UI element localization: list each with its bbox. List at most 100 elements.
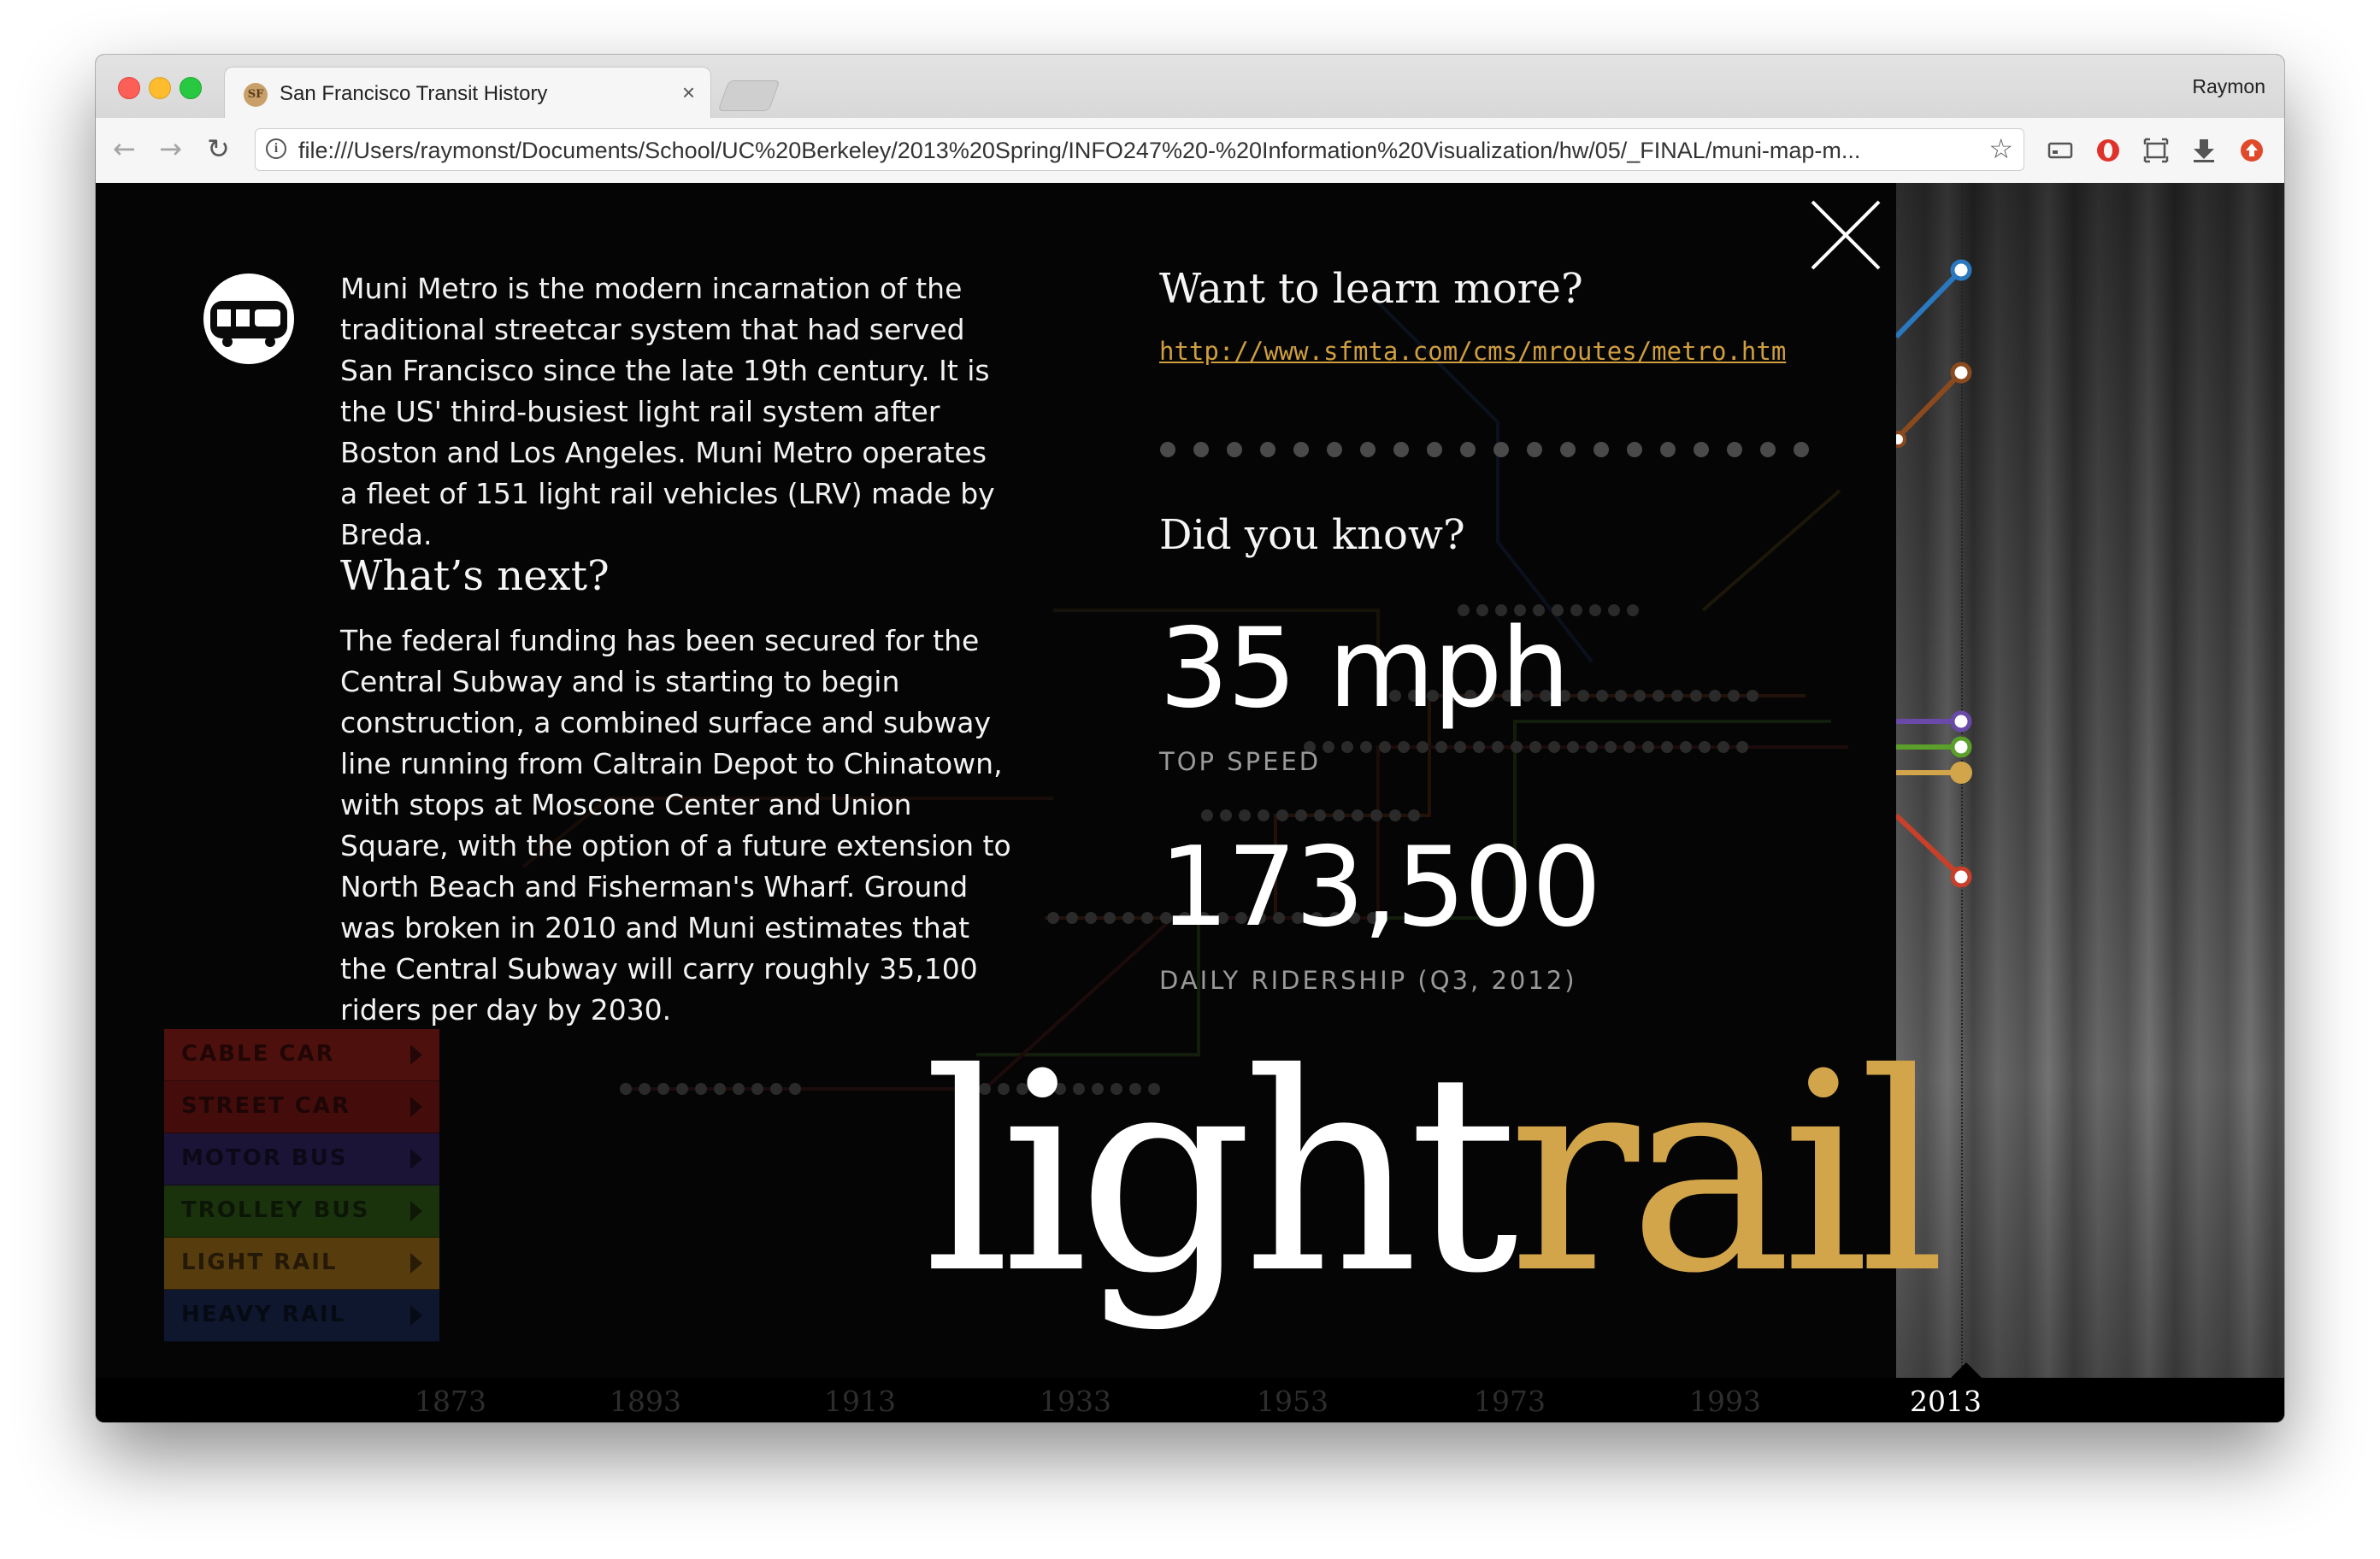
divider-dot <box>1360 442 1376 457</box>
timeline-year[interactable]: 1953 <box>1257 1385 1328 1418</box>
map-station-dot <box>1605 741 1617 753</box>
opera-extension-icon[interactable] <box>2094 137 2122 164</box>
legend-item-heavy-rail[interactable]: HEAVY RAIL <box>164 1290 439 1342</box>
page-content: Muni Metro is the modern incarnation of … <box>96 183 2284 1422</box>
divider-dot <box>1627 442 1642 457</box>
map-station-dot <box>1122 912 1134 924</box>
tab-close-icon[interactable]: × <box>682 79 695 106</box>
fullscreen-icon[interactable] <box>2142 137 2170 164</box>
timeline-marker <box>1949 1362 1983 1380</box>
browser-tab[interactable]: SF San Francisco Transit History × <box>224 67 711 120</box>
browser-window: SF San Francisco Transit History × Raymo… <box>96 55 2284 1422</box>
forward-arrow-icon[interactable]: → <box>159 133 182 164</box>
dot-divider <box>1160 442 1809 457</box>
tab-title: San Francisco Transit History <box>280 82 548 105</box>
map-station-dot <box>1567 741 1579 753</box>
reload-icon[interactable]: ↻ <box>207 133 230 164</box>
map-station-dot <box>1314 809 1326 821</box>
maximize-window-button[interactable] <box>180 77 202 99</box>
timeline-year[interactable]: 1873 <box>415 1385 486 1418</box>
close-window-button[interactable] <box>118 77 140 99</box>
map-station-dot <box>1634 690 1646 702</box>
map-station-dot <box>1529 741 1541 753</box>
map-station-dot <box>1577 690 1589 702</box>
map-station-dot <box>1473 741 1485 753</box>
chevron-right-icon <box>410 1305 422 1326</box>
divider-dot <box>1527 442 1542 457</box>
top-speed-value: 35 mph <box>1159 605 1570 732</box>
map-station-dot <box>1047 912 1059 924</box>
timeline-year[interactable]: 1893 <box>610 1385 681 1418</box>
url-text[interactable]: file:///Users/raymonst/Documents/School/… <box>298 138 1957 164</box>
map-station-dot <box>639 1083 651 1095</box>
learn-more-link[interactable]: http://www.sfmta.com/cms/mroutes/metro.h… <box>1159 337 1786 366</box>
divider-dot <box>1560 442 1576 457</box>
map-station-dot <box>1258 809 1270 821</box>
minimize-window-button[interactable] <box>149 77 171 99</box>
map-station-dot <box>1295 809 1307 821</box>
map-station-dot <box>1104 912 1116 924</box>
bookmark-star-icon[interactable]: ☆ <box>1988 132 2013 165</box>
legend-item-trolley-bus[interactable]: TROLLEY BUS <box>164 1185 439 1238</box>
profile-name[interactable]: Raymon <box>2192 75 2265 98</box>
timeline-year[interactable]: 1913 <box>824 1385 896 1418</box>
map-station-dot <box>657 1083 669 1095</box>
timeline-year[interactable]: 1993 <box>1689 1385 1761 1418</box>
timeline-year[interactable]: 1973 <box>1474 1385 1546 1418</box>
map-station-dot <box>1389 809 1401 821</box>
legend-item-cable-car[interactable]: CABLE CAR <box>164 1029 439 1081</box>
map-station-dot <box>1492 741 1504 753</box>
map-station-dot <box>1276 809 1288 821</box>
legend-item-street-car[interactable]: STREET CAR <box>164 1081 439 1133</box>
map-station-dot <box>1220 809 1232 821</box>
map-station-dot <box>1728 690 1740 702</box>
map-station-dot <box>1671 690 1683 702</box>
map-station-dot <box>1511 741 1523 753</box>
close-icon[interactable] <box>1809 198 1882 272</box>
learn-more-heading: Want to learn more? <box>1159 265 1583 313</box>
map-station-dot <box>1589 604 1601 616</box>
chevron-right-icon <box>410 1097 422 1117</box>
divider-dot <box>1727 442 1742 457</box>
divider-dot <box>1694 442 1709 457</box>
intro-paragraph: Muni Metro is the modern incarnation of … <box>340 272 995 551</box>
map-station-dot <box>751 1083 763 1095</box>
cast-icon[interactable] <box>2047 137 2074 164</box>
map-station-dot <box>1398 741 1410 753</box>
map-station-dot <box>1408 809 1420 821</box>
map-station-dot <box>1454 741 1466 753</box>
divider-dot <box>1293 442 1309 457</box>
legend-item-light-rail[interactable]: LIGHT RAIL <box>164 1238 439 1290</box>
legend-item-motor-bus[interactable]: MOTOR BUS <box>164 1133 439 1185</box>
train-icon <box>203 274 294 364</box>
map-station-dot <box>1615 690 1627 702</box>
map-station-dot <box>1370 809 1382 821</box>
map-station-dot <box>1690 690 1702 702</box>
timeline-year-active[interactable]: 2013 <box>1910 1385 1982 1418</box>
legend-label: TROLLEY BUS <box>181 1197 370 1223</box>
back-arrow-icon[interactable]: ← <box>113 133 136 164</box>
divider-dot <box>1760 442 1776 457</box>
map-station-dot <box>1201 809 1213 821</box>
map-station-dot <box>733 1083 745 1095</box>
download-icon[interactable] <box>2190 137 2218 164</box>
map-station-dot <box>1417 741 1429 753</box>
chevron-right-icon <box>410 1253 422 1274</box>
divider-dot <box>1594 442 1609 457</box>
map-station-dot <box>770 1083 782 1095</box>
new-tab-button[interactable] <box>717 80 781 111</box>
map-station-dot <box>1747 690 1758 702</box>
divider-dot <box>1260 442 1275 457</box>
divider-dot <box>1193 442 1209 457</box>
upload-extension-icon[interactable] <box>2238 137 2265 164</box>
legend-label: STREET CAR <box>181 1093 351 1119</box>
divider-dot <box>1393 442 1409 457</box>
address-bar[interactable]: i file:///Users/raymonst/Documents/Schoo… <box>255 128 2024 171</box>
timeline-year[interactable]: 1933 <box>1040 1385 1111 1418</box>
info-icon[interactable]: i <box>266 138 286 159</box>
divider-dot <box>1493 442 1509 457</box>
divider-dot <box>1160 442 1175 457</box>
top-speed-label: TOP SPEED <box>1159 747 1322 776</box>
map-station-dot <box>1652 690 1664 702</box>
map-station-dot <box>695 1083 707 1095</box>
